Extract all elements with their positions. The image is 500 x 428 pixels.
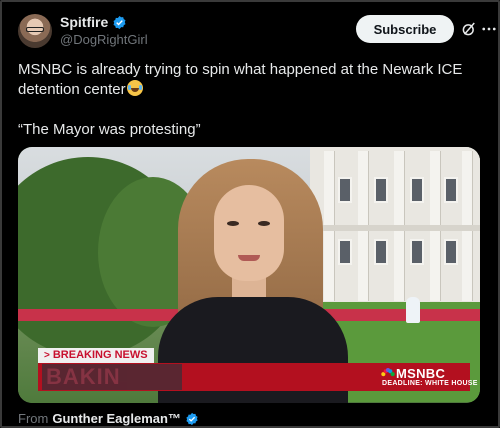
subscribe-button[interactable]: Subscribe [356, 15, 454, 43]
video-media[interactable]: > BREAKING NEWS BAKIN MSNBC DEADLINE: WH… [18, 147, 480, 403]
chyron-ghost-text: BAKIN [42, 364, 182, 390]
verified-badge-icon [113, 15, 126, 29]
peacock-icon [381, 368, 395, 377]
tweet-quote: “The Mayor was protesting” [18, 121, 201, 138]
grok-icon[interactable] [460, 20, 478, 38]
network-logo: MSNBC DEADLINE: WHITE HOUSE [381, 365, 477, 389]
name-row: Spitfire [60, 14, 127, 30]
attribution-source[interactable]: Gunther Eagleman™ [52, 411, 181, 426]
breaking-news-tag: > BREAKING NEWS [38, 348, 154, 363]
post-header: Spitfire @DogRightGirl Subscribe [18, 12, 496, 52]
tweet-line-1: MSNBC is already trying to spin what hap… [18, 60, 478, 100]
tweet-text-main: MSNBC is already trying to spin what hap… [18, 61, 463, 98]
verified-badge-icon [186, 412, 198, 425]
attribution: From Gunther Eagleman™ [18, 411, 199, 426]
network-label: MSNBC [396, 366, 446, 381]
breaking-news-label: BREAKING NEWS [52, 349, 148, 361]
fountain [406, 297, 420, 323]
display-name[interactable]: Spitfire [60, 14, 108, 30]
laughing-emoji-icon [126, 80, 143, 96]
tweet-text: MSNBC is already trying to spin what hap… [18, 60, 478, 140]
show-label: DEADLINE: WHITE HOUSE [382, 380, 478, 387]
handle[interactable]: @DogRightGirl [60, 32, 148, 47]
white-house [310, 147, 480, 307]
more-icon[interactable] [480, 20, 498, 38]
avatar[interactable] [18, 14, 52, 48]
anchor-face [214, 185, 284, 281]
chevron-right-icon: > [44, 350, 50, 361]
attribution-prefix: From [18, 411, 49, 426]
